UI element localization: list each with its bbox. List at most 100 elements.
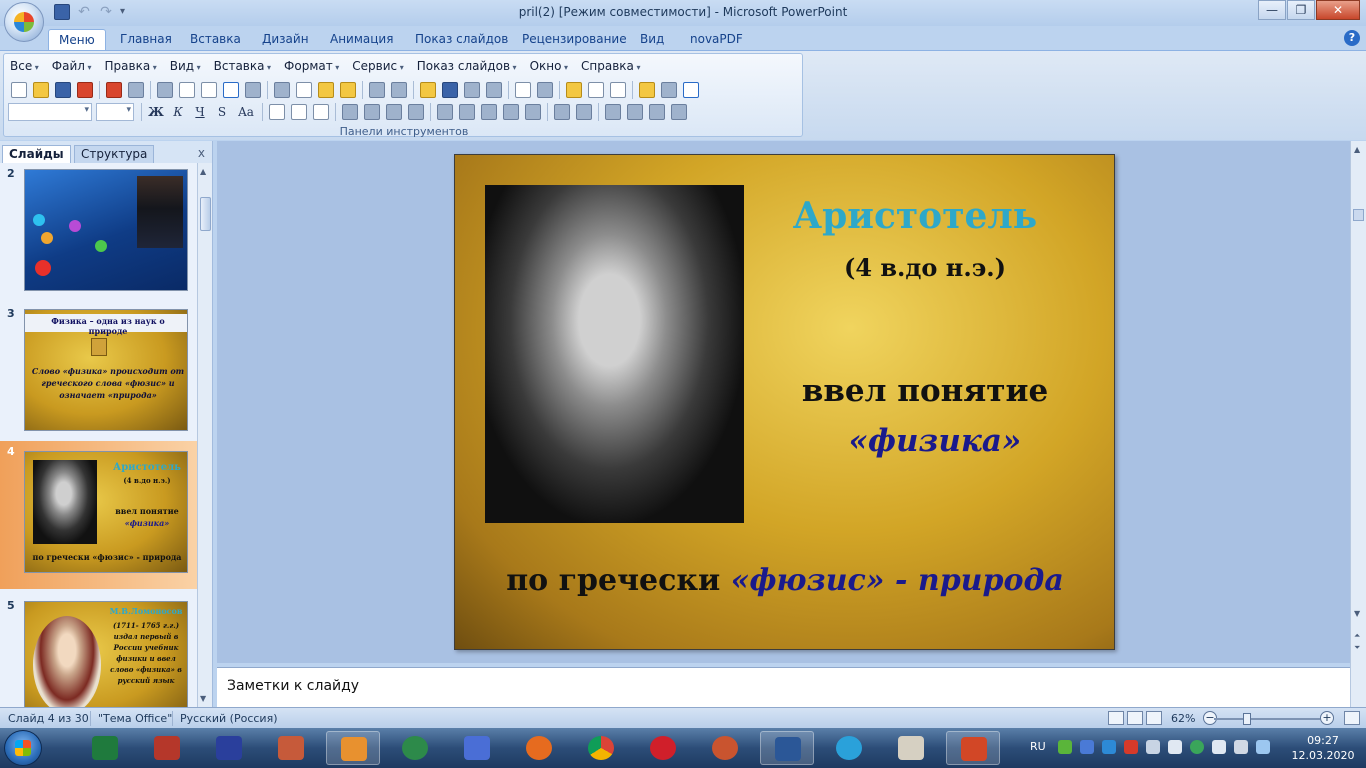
color-grayscale-icon[interactable]	[537, 82, 553, 98]
previous-slide-icon[interactable]: ⏶	[1354, 631, 1360, 641]
taskbar-globe[interactable]	[388, 731, 442, 765]
scrollbar-thumb[interactable]	[1353, 209, 1364, 221]
slide-bottom-text[interactable]: по гречески «фюзис» - природа	[475, 563, 1095, 598]
tray-usb-icon[interactable]	[1146, 740, 1160, 754]
new-slide-icon[interactable]	[566, 82, 582, 98]
columns-icon[interactable]	[342, 104, 358, 120]
scroll-up-icon[interactable]: ▲	[200, 167, 206, 176]
tab-slides[interactable]: Слайды	[2, 145, 71, 163]
slide-term[interactable]: «физика»	[825, 423, 1045, 459]
menu-all[interactable]: Все	[10, 59, 39, 73]
cut-icon[interactable]	[274, 82, 290, 98]
thumbnail-slide-4[interactable]: 4 Аристотель (4 в.до н.э.) ввел понятие …	[0, 441, 197, 589]
align-left-icon[interactable]	[269, 104, 285, 120]
tab-outline[interactable]: Структура	[74, 145, 155, 163]
taskbar-program[interactable]	[264, 731, 318, 765]
bullets-icon[interactable]	[408, 104, 424, 120]
scroll-down-icon[interactable]: ▼	[1354, 609, 1360, 618]
line-color-icon[interactable]	[649, 104, 665, 120]
shapes-icon[interactable]	[605, 104, 621, 120]
align-center-icon[interactable]	[291, 104, 307, 120]
redo-icon[interactable]	[391, 82, 407, 98]
tray-signal-icon[interactable]	[1212, 740, 1226, 754]
pdf-icon[interactable]	[77, 82, 93, 98]
fill-color-icon[interactable]	[627, 104, 643, 120]
system-clock[interactable]: 09:27 12.03.2020	[1290, 733, 1356, 763]
slide-sorter-view-icon[interactable]	[1127, 711, 1143, 725]
increase-indent-icon[interactable]	[503, 104, 519, 120]
grid-icon[interactable]	[515, 82, 531, 98]
menu-insert[interactable]: Вставка	[214, 59, 271, 73]
print-preview-icon[interactable]	[179, 82, 195, 98]
help-icon[interactable]: ?	[1344, 30, 1360, 46]
taskbar-save[interactable]	[202, 731, 256, 765]
zoom-slider-knob[interactable]	[1243, 713, 1251, 725]
shadow-button[interactable]: S	[213, 105, 231, 119]
normal-view-icon[interactable]	[1108, 711, 1124, 725]
fit-slide-icon[interactable]	[1344, 711, 1360, 725]
taskbar-firefox[interactable]	[512, 731, 566, 765]
copy-icon[interactable]	[296, 82, 312, 98]
zoom-slider[interactable]	[1214, 713, 1320, 725]
scroll-up-icon[interactable]: ▲	[1354, 145, 1360, 154]
save-icon[interactable]	[55, 82, 71, 98]
slide-intro-text[interactable]: ввел понятие	[795, 373, 1055, 409]
theme-name[interactable]: "Тема Office"	[98, 712, 172, 725]
format-painter-icon[interactable]	[340, 82, 356, 98]
zoom-icon[interactable]	[661, 82, 677, 98]
taskbar-abc[interactable]	[884, 731, 938, 765]
tray-status-icon[interactable]	[1190, 740, 1204, 754]
tray-update-icon[interactable]	[1102, 740, 1116, 754]
slides-pane-scrollbar[interactable]: ▲ ▼	[197, 163, 212, 707]
print-icon[interactable]	[157, 82, 173, 98]
tray-wifi-icon[interactable]	[1256, 740, 1270, 754]
chart-icon[interactable]	[420, 82, 436, 98]
page-setup-icon[interactable]	[201, 82, 217, 98]
input-language[interactable]: RU	[1030, 740, 1046, 753]
font-size-combo[interactable]	[96, 103, 134, 121]
scroll-down-icon[interactable]: ▼	[200, 694, 206, 703]
menu-help[interactable]: Справка	[581, 59, 640, 73]
tab-insert[interactable]: Вставка	[180, 29, 251, 50]
tray-volume-icon[interactable]	[1168, 740, 1182, 754]
slide-title[interactable]: Аристотель	[785, 195, 1045, 237]
line-spacing-icon[interactable]	[364, 104, 380, 120]
shadow-style-icon[interactable]	[671, 104, 687, 120]
table-icon[interactable]	[442, 82, 458, 98]
maximize-button[interactable]: ❐	[1287, 0, 1315, 20]
layout-icon[interactable]	[588, 82, 604, 98]
email-icon[interactable]	[128, 82, 144, 98]
menu-file[interactable]: Файл	[52, 59, 92, 73]
taskbar-telegram[interactable]	[822, 731, 876, 765]
menu-slideshow[interactable]: Показ слайдов	[417, 59, 517, 73]
help-icon[interactable]	[683, 82, 699, 98]
menu-tools[interactable]: Сервис	[352, 59, 403, 73]
new-slide-layout-icon[interactable]	[576, 104, 592, 120]
font-name-combo[interactable]	[8, 103, 92, 121]
research-icon[interactable]	[245, 82, 261, 98]
hyperlink-icon[interactable]	[464, 82, 480, 98]
taskbar-app[interactable]	[698, 731, 752, 765]
numbering-icon[interactable]	[386, 104, 402, 120]
textbox-icon[interactable]	[610, 82, 626, 98]
tray-flag-icon[interactable]	[1234, 740, 1248, 754]
undo-icon[interactable]	[369, 82, 385, 98]
tab-animation[interactable]: Анимация	[320, 29, 403, 50]
start-button[interactable]	[4, 730, 42, 766]
shrink-font-icon[interactable]	[459, 104, 475, 120]
folder-icon[interactable]	[639, 82, 655, 98]
zoom-in-button[interactable]: +	[1320, 711, 1334, 725]
notes-placeholder[interactable]: Заметки к слайду	[227, 678, 359, 694]
current-slide[interactable]: Аристотель (4 в.до н.э.) ввел понятие «ф…	[454, 154, 1115, 650]
taskbar-word[interactable]	[760, 731, 814, 765]
zoom-level[interactable]: 62%	[1171, 712, 1195, 725]
tray-network-icon[interactable]	[1080, 740, 1094, 754]
new-icon[interactable]	[11, 82, 27, 98]
tab-home[interactable]: Главная	[110, 29, 182, 50]
taskbar-chrome[interactable]	[574, 731, 628, 765]
underline-button[interactable]: Ч	[191, 105, 209, 119]
tab-menu[interactable]: Меню	[48, 29, 106, 50]
language-indicator[interactable]: Русский (Россия)	[180, 712, 278, 725]
menu-edit[interactable]: Правка	[105, 59, 157, 73]
grow-font-icon[interactable]	[437, 104, 453, 120]
